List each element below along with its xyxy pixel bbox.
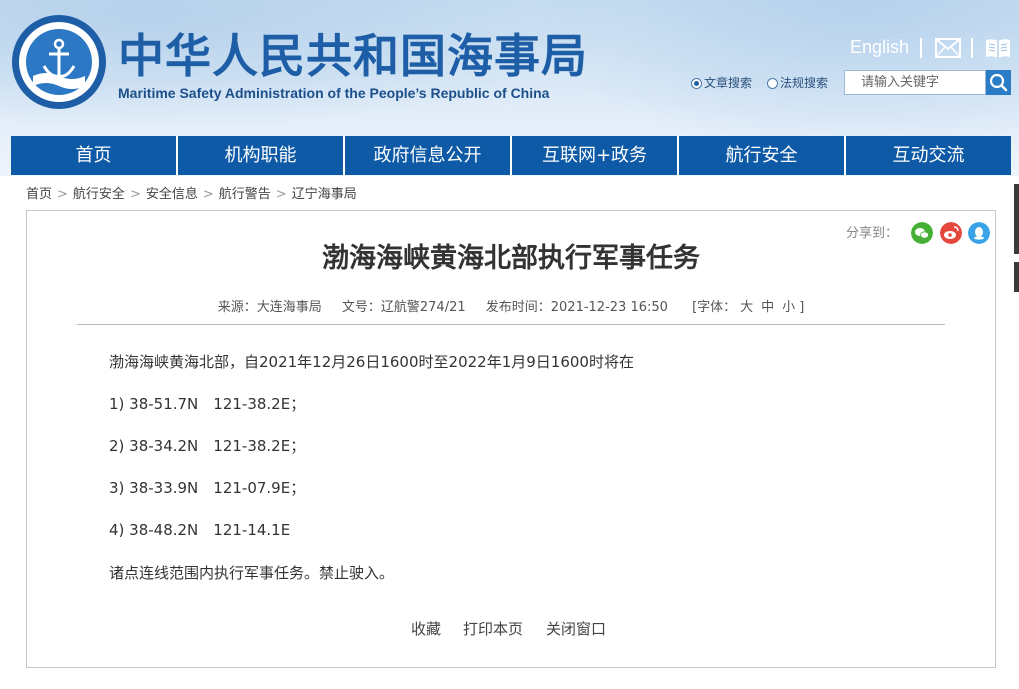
scrollbar-thumb[interactable] xyxy=(1014,184,1019,254)
breadcrumb-home[interactable]: 首页 xyxy=(26,187,52,202)
font-size-large[interactable]: 大 xyxy=(740,300,753,315)
search-icon[interactable] xyxy=(986,70,1011,95)
breadcrumb-safety-info[interactable]: 安全信息 xyxy=(146,187,198,202)
radio-regulation-search[interactable]: 法规搜索 xyxy=(767,76,828,90)
breadcrumb-liaoning-msa[interactable]: 辽宁海事局 xyxy=(292,187,357,202)
book-icon[interactable] xyxy=(985,37,1011,59)
scrollbar-thumb[interactable] xyxy=(1014,262,1019,292)
header-divider xyxy=(971,38,973,58)
radio-label: 法规搜索 xyxy=(780,76,829,90)
font-size-close: ] xyxy=(799,300,805,315)
nav-functions[interactable]: 机构职能 xyxy=(178,136,345,175)
main-nav: 首页 机构职能 政府信息公开 互联网+政务 航行安全 互动交流 xyxy=(11,136,1011,175)
article-paragraph: 渤海海峡黄海北部，自2021年12月26日1600时至2022年1月9日1600… xyxy=(109,353,634,371)
header-divider xyxy=(920,38,922,58)
print-link[interactable]: 打印本页 xyxy=(463,619,523,639)
breadcrumb-separator: > xyxy=(129,187,141,202)
english-link[interactable]: English xyxy=(850,36,909,58)
msa-emblem-logo[interactable] xyxy=(11,14,107,110)
breadcrumb-nav-warnings[interactable]: 航行警告 xyxy=(219,187,271,202)
bookmark-link[interactable]: 收藏 xyxy=(411,619,441,639)
font-size-small[interactable]: 小 xyxy=(782,300,795,315)
breadcrumb-separator: > xyxy=(275,187,287,202)
site-title-cn: 中华人民共和国海事局 xyxy=(118,29,588,83)
nav-interaction[interactable]: 互动交流 xyxy=(846,136,1011,175)
meta-doc-number: 文号：辽航警274/21 xyxy=(341,300,466,315)
meta-divider xyxy=(77,324,945,325)
nav-internet-services[interactable]: 互联网+政务 xyxy=(512,136,679,175)
radio-article-search[interactable]: 文章搜索 xyxy=(691,76,752,90)
article-paragraph: 1) 38-51.7N 121-38.2E； xyxy=(109,395,306,413)
font-size-switcher: [字体：大中小] xyxy=(692,300,804,315)
font-size-medium[interactable]: 中 xyxy=(761,300,774,315)
breadcrumb-separator: > xyxy=(202,187,214,202)
article-title: 渤海海峡黄海北部执行军事任务 xyxy=(322,243,700,274)
article-meta: 来源：大连海事局 文号：辽航警274/21 发布时间：2021-12-23 16… xyxy=(26,299,996,317)
article-paragraph: 诸点连线范围内执行军事任务。禁止驶入。 xyxy=(109,564,395,582)
meta-source: 来源：大连海事局 xyxy=(217,300,322,315)
nav-home[interactable]: 首页 xyxy=(11,136,178,175)
article-paragraph: 2) 38-34.2N 121-38.2E； xyxy=(109,437,306,455)
nav-gov-info[interactable]: 政府信息公开 xyxy=(345,136,512,175)
meta-published-time: 发布时间：2021-12-23 16:50 xyxy=(485,300,668,315)
breadcrumb-separator: > xyxy=(57,187,68,202)
site-title-en: Maritime Safety Administration of the Pe… xyxy=(118,85,550,101)
breadcrumb: 首页 > 航行安全 > 安全信息 > 航行警告 > 辽宁海事局 xyxy=(26,186,357,204)
radio-unselected-icon xyxy=(767,77,778,89)
article-paragraph: 3) 38-33.9N 121-07.9E； xyxy=(109,479,306,497)
search-input[interactable]: 请输入关键字 xyxy=(844,70,986,95)
breadcrumb-navigation-safety[interactable]: 航行安全 xyxy=(73,187,125,202)
radio-selected-icon xyxy=(691,77,702,89)
font-size-label: [字体： xyxy=(692,300,737,315)
article-paragraph: 4) 38-48.2N 121-14.1E xyxy=(109,521,291,539)
mail-icon[interactable] xyxy=(935,38,961,58)
nav-navigation-safety[interactable]: 航行安全 xyxy=(679,136,846,175)
radio-label: 文章搜索 xyxy=(704,76,753,90)
close-window-link[interactable]: 关闭窗口 xyxy=(546,619,606,639)
